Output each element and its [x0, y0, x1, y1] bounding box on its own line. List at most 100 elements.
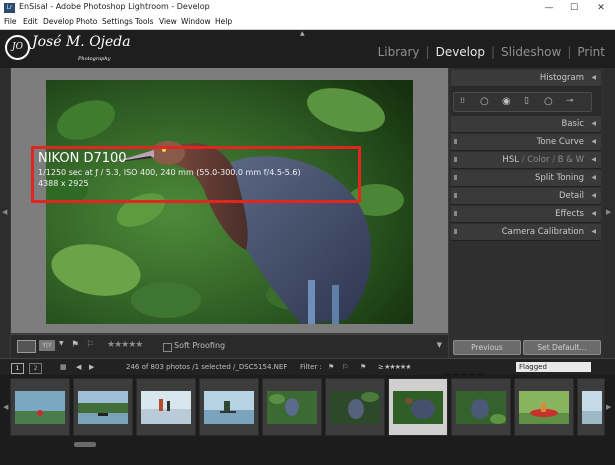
filmstrip: ◀ ▶	[0, 375, 615, 465]
menu-edit[interactable]: Edit	[23, 17, 38, 26]
soft-proofing-label: Soft Proofing	[174, 341, 226, 350]
histogram-toggle-icon[interactable]: ◀	[591, 74, 596, 81]
panel-camera-calibration[interactable]: Camera Calibration ◀	[451, 224, 601, 241]
menu-window[interactable]: Window	[181, 17, 211, 26]
right-panel-toggle-icon[interactable]: ▶	[606, 208, 611, 216]
panel-tone-curve[interactable]: Tone Curve ◀	[451, 134, 601, 151]
camera-calibration-switch-icon[interactable]	[454, 229, 457, 234]
filmstrip-thumb[interactable]	[577, 378, 605, 436]
menu-help[interactable]: Help	[215, 17, 232, 26]
effects-toggle-icon[interactable]: ◀	[591, 210, 596, 217]
primary-display-button[interactable]: 1	[11, 363, 24, 374]
image-canvas[interactable]: NIKON D7100 1/1250 sec at ƒ / 5.3, ISO 4…	[11, 68, 448, 333]
graduated-filter-icon[interactable]: ▯	[524, 96, 529, 106]
loupe-view-button[interactable]	[17, 340, 36, 353]
hsl-toggle-icon[interactable]: ◀	[591, 156, 596, 163]
detail-toggle-icon[interactable]: ◀	[591, 192, 596, 199]
filmstrip-thumb[interactable]	[10, 378, 70, 436]
menu-tools[interactable]: Tools	[135, 17, 153, 26]
identity-monogram: JO	[5, 35, 30, 60]
crop-overlay-icon[interactable]: ⁞⁞	[460, 96, 465, 105]
basic-toggle-icon[interactable]: ◀	[591, 120, 596, 127]
tone-curve-toggle-icon[interactable]: ◀	[591, 138, 596, 145]
module-slideshow[interactable]: Slideshow	[499, 45, 563, 59]
menu-settings[interactable]: Settings	[102, 17, 133, 26]
close-button[interactable]: ✕	[588, 0, 614, 16]
maximize-button[interactable]: ☐	[561, 0, 587, 16]
effects-switch-icon[interactable]	[454, 211, 457, 216]
module-print[interactable]: Print	[575, 45, 607, 59]
module-develop[interactable]: Develop	[434, 45, 487, 59]
menu-photo[interactable]: Photo	[76, 17, 97, 26]
bw-tab[interactable]: B & W	[558, 155, 584, 165]
camera-calibration-toggle-icon[interactable]: ◀	[591, 228, 596, 235]
flag-reject-icon[interactable]: ⚐	[86, 340, 94, 350]
radial-filter-icon[interactable]: ○	[544, 96, 553, 107]
minimize-button[interactable]: —	[536, 0, 562, 16]
panel-effects[interactable]: Effects ◀	[451, 206, 601, 223]
grid-view-icon[interactable]: ▦	[60, 363, 67, 371]
filter-flag-reject-icon[interactable]: ⚑	[360, 363, 366, 371]
camera-model: NIKON D7100	[38, 151, 127, 166]
soft-proofing-checkbox[interactable]	[163, 343, 172, 352]
filter-stars[interactable]: ≥ ★★★★★	[378, 363, 411, 371]
histogram-label: Histogram	[539, 73, 584, 83]
exposure-info: 1/1250 sec at ƒ / 5.3, ISO 400, 240 mm (…	[38, 168, 301, 177]
flag-pick-icon[interactable]: ⚑	[71, 340, 79, 350]
image-dimensions: 4388 x 2925	[38, 179, 89, 188]
top-panel-toggle-icon[interactable]: ▲	[300, 30, 305, 37]
panel-split-toning[interactable]: Split Toning ◀	[451, 170, 601, 187]
filmstrip-left-arrow-icon[interactable]: ◀	[3, 403, 8, 411]
filmstrip-thumb[interactable]	[136, 378, 196, 436]
filmstrip-thumb[interactable]	[325, 378, 385, 436]
filmstrip-thumb[interactable]	[73, 378, 133, 436]
menu-view[interactable]: View	[159, 17, 177, 26]
tool-strip: ⁞⁞ ○ ◉ ▯ ○ ⊸	[453, 92, 592, 112]
toolbar-menu-icon[interactable]: ▼	[437, 341, 442, 349]
hsl-switch-icon[interactable]	[454, 157, 457, 162]
panel-basic[interactable]: Basic ◀	[451, 116, 601, 133]
panel-detail[interactable]: Detail ◀	[451, 188, 601, 205]
menu-develop[interactable]: Develop	[43, 17, 74, 26]
filmstrip-right-arrow-icon[interactable]: ▶	[606, 403, 611, 411]
identity-tagline: Photography	[78, 56, 111, 62]
module-library[interactable]: Library	[376, 45, 422, 59]
hsl-tab[interactable]: HSL	[502, 155, 519, 165]
title-bar: Lr EnSisal - Adobe Photoshop Lightroom -…	[0, 0, 615, 17]
secondary-display-button[interactable]: 2	[29, 363, 42, 374]
panel-hsl[interactable]: HSL / Color / B & W ◀	[451, 152, 601, 169]
left-panel-collapsed[interactable]: ◀	[0, 68, 10, 358]
set-default-button[interactable]: Set Default...	[523, 340, 601, 355]
filmstrip-source-info[interactable]: 246 of 803 photos /1 selected /_DSC5154.…	[126, 363, 287, 371]
forward-arrow-icon[interactable]: ▶	[89, 363, 94, 371]
color-tab[interactable]: Color	[527, 155, 549, 165]
filmstrip-thumb[interactable]	[262, 378, 322, 436]
filmstrip-thumb[interactable]	[199, 378, 259, 436]
back-arrow-icon[interactable]: ◀	[76, 363, 81, 371]
left-panel-toggle-icon[interactable]: ◀	[2, 208, 7, 216]
filmstrip-thumb[interactable]	[514, 378, 574, 436]
filter-flag-pick-icon[interactable]: ⚑	[328, 363, 334, 371]
flag-filter-dropdown[interactable]: Flagged	[516, 362, 591, 372]
before-after-button[interactable]: Y|Y	[39, 340, 55, 351]
camera-calibration-label: Camera Calibration	[501, 227, 584, 237]
panel-histogram[interactable]: Histogram ◀	[451, 70, 601, 87]
split-toning-switch-icon[interactable]	[454, 175, 457, 180]
filmstrip-thumb[interactable]	[451, 378, 511, 436]
adjustment-brush-icon[interactable]: ⊸	[566, 96, 574, 106]
detail-switch-icon[interactable]	[454, 193, 457, 198]
before-after-dropdown-icon[interactable]: ▼	[59, 340, 64, 347]
star-rating[interactable]: ★★★★★	[107, 340, 143, 350]
spot-removal-icon[interactable]: ○	[480, 96, 489, 107]
filmstrip-thumb-selected[interactable]	[388, 378, 448, 436]
filter-flag-unflag-icon[interactable]: ⚐	[342, 363, 348, 371]
red-eye-icon[interactable]: ◉	[502, 96, 511, 107]
module-picker: Library | Develop | Slideshow | Print	[376, 45, 607, 59]
menu-file[interactable]: File	[4, 17, 17, 26]
menu-bar: File Edit Develop Photo Settings Tools V…	[0, 16, 615, 30]
tone-curve-switch-icon[interactable]	[454, 139, 457, 144]
filmstrip-scrollbar[interactable]	[74, 442, 96, 447]
right-panel-edge[interactable]: ▶	[604, 68, 615, 358]
split-toning-toggle-icon[interactable]: ◀	[591, 174, 596, 181]
previous-button[interactable]: Previous	[453, 340, 521, 355]
